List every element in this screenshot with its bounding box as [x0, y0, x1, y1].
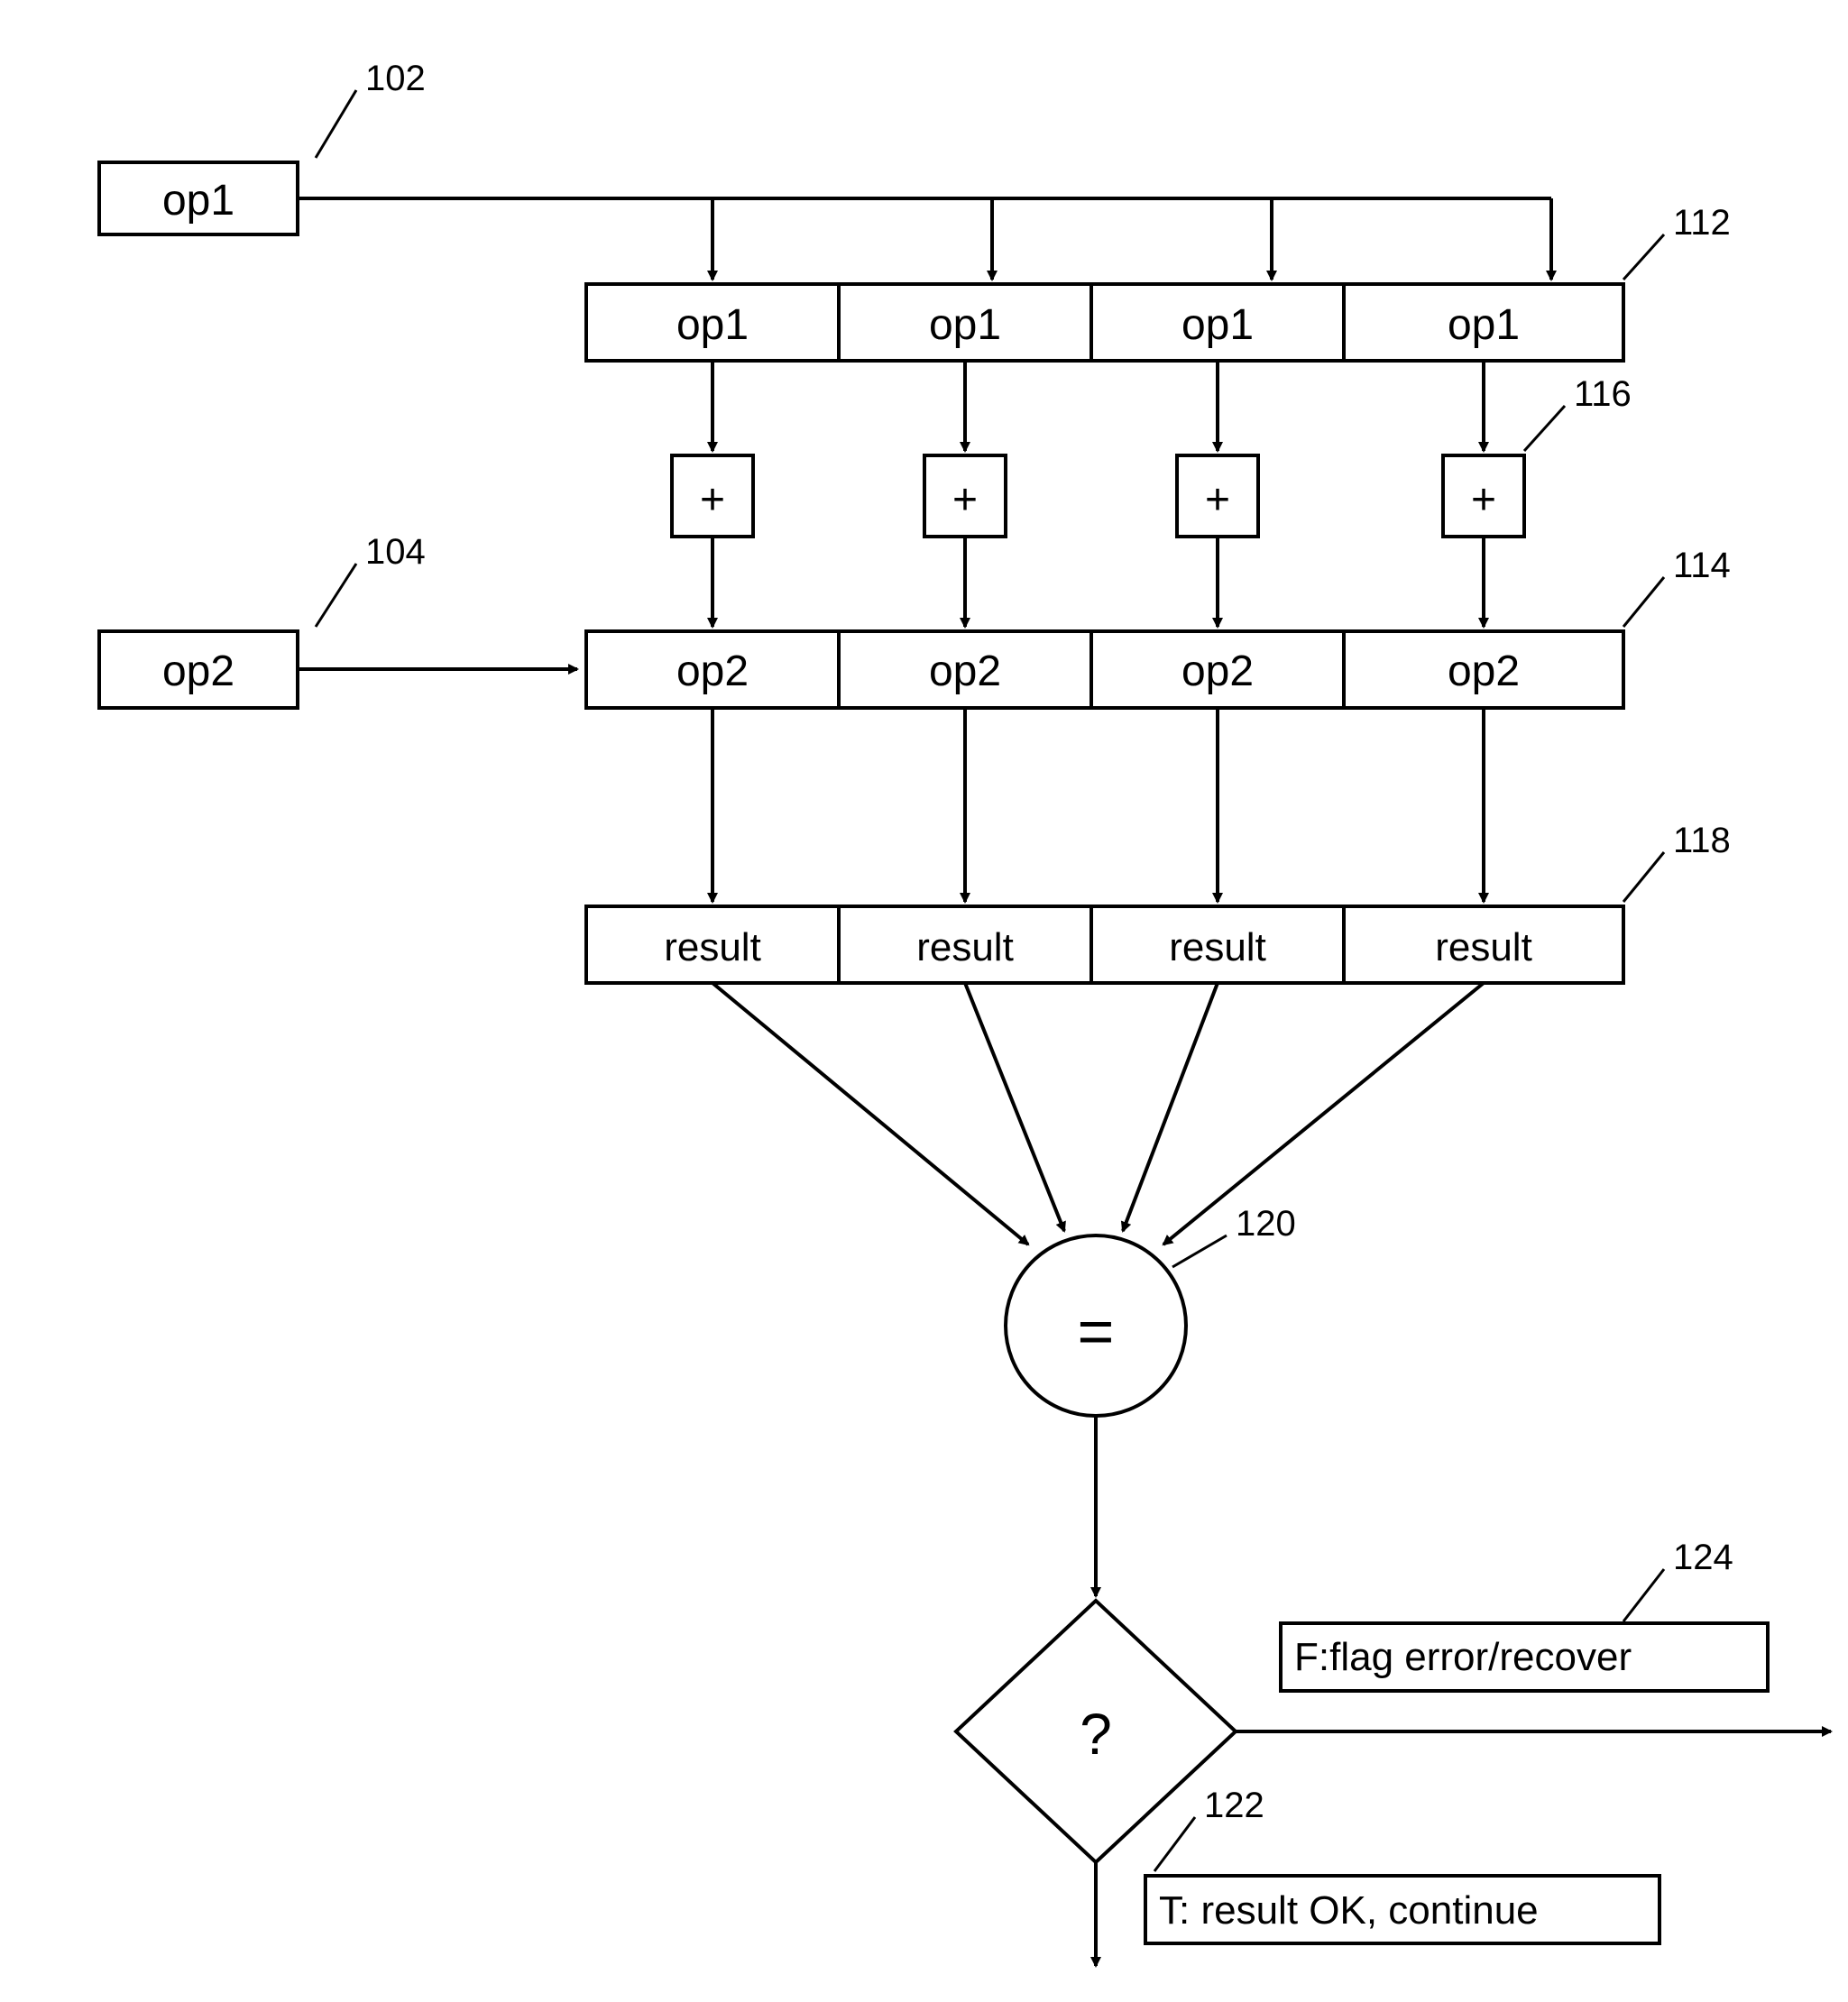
result-row-3: result	[1435, 925, 1532, 969]
result-row-0: result	[664, 925, 761, 969]
op2-source-box: op2	[99, 631, 298, 708]
diagram-canvas: op1 102 op1 op1 op1 op1 112 + + + + 116 …	[0, 0, 1848, 2002]
plus-0: +	[700, 476, 725, 524]
op2-label: op2	[162, 647, 234, 695]
op1-label: op1	[162, 177, 234, 225]
op2-row-0: op2	[676, 647, 749, 695]
ref-122: 122	[1204, 1786, 1264, 1825]
result-row: result result result result	[586, 906, 1623, 983]
op1-row-1: op1	[929, 301, 1001, 349]
op1-row-2: op1	[1181, 301, 1254, 349]
ref-118: 118	[1673, 821, 1731, 860]
ref-116: 116	[1574, 374, 1632, 414]
plus-3: +	[1471, 476, 1496, 524]
ref-124: 124	[1673, 1538, 1733, 1577]
ref-114: 114	[1673, 546, 1731, 585]
op2-row-2: op2	[1181, 647, 1254, 695]
ref-102: 102	[365, 59, 426, 98]
result-row-2: result	[1169, 925, 1266, 969]
true-label: T: result OK, continue	[1159, 1888, 1539, 1933]
op2-row-1: op2	[929, 647, 1001, 695]
plus-row: + + + +	[672, 455, 1524, 537]
true-branch-box: T: result OK, continue	[1145, 1876, 1660, 1943]
plus-2: +	[1205, 476, 1230, 524]
ref-112: 112	[1673, 203, 1731, 243]
result-row-1: result	[916, 925, 1014, 969]
false-branch-box: F:flag error/recover	[1281, 1623, 1768, 1691]
ref-120: 120	[1236, 1204, 1296, 1244]
plus-1: +	[952, 476, 978, 524]
false-label: F:flag error/recover	[1294, 1635, 1632, 1679]
op1-row: op1 op1 op1 op1	[586, 284, 1623, 361]
q-label: ?	[1080, 1702, 1112, 1767]
op1-source-box: op1	[99, 162, 298, 234]
op2-row: op2 op2 op2 op2	[586, 631, 1623, 708]
equality-node: =	[1006, 1235, 1186, 1416]
eq-label: =	[1078, 1296, 1115, 1366]
decision-node: ?	[956, 1601, 1236, 1862]
op1-row-0: op1	[676, 301, 749, 349]
op2-row-3: op2	[1448, 647, 1520, 695]
ref-104: 104	[365, 532, 426, 572]
op1-row-3: op1	[1448, 301, 1520, 349]
